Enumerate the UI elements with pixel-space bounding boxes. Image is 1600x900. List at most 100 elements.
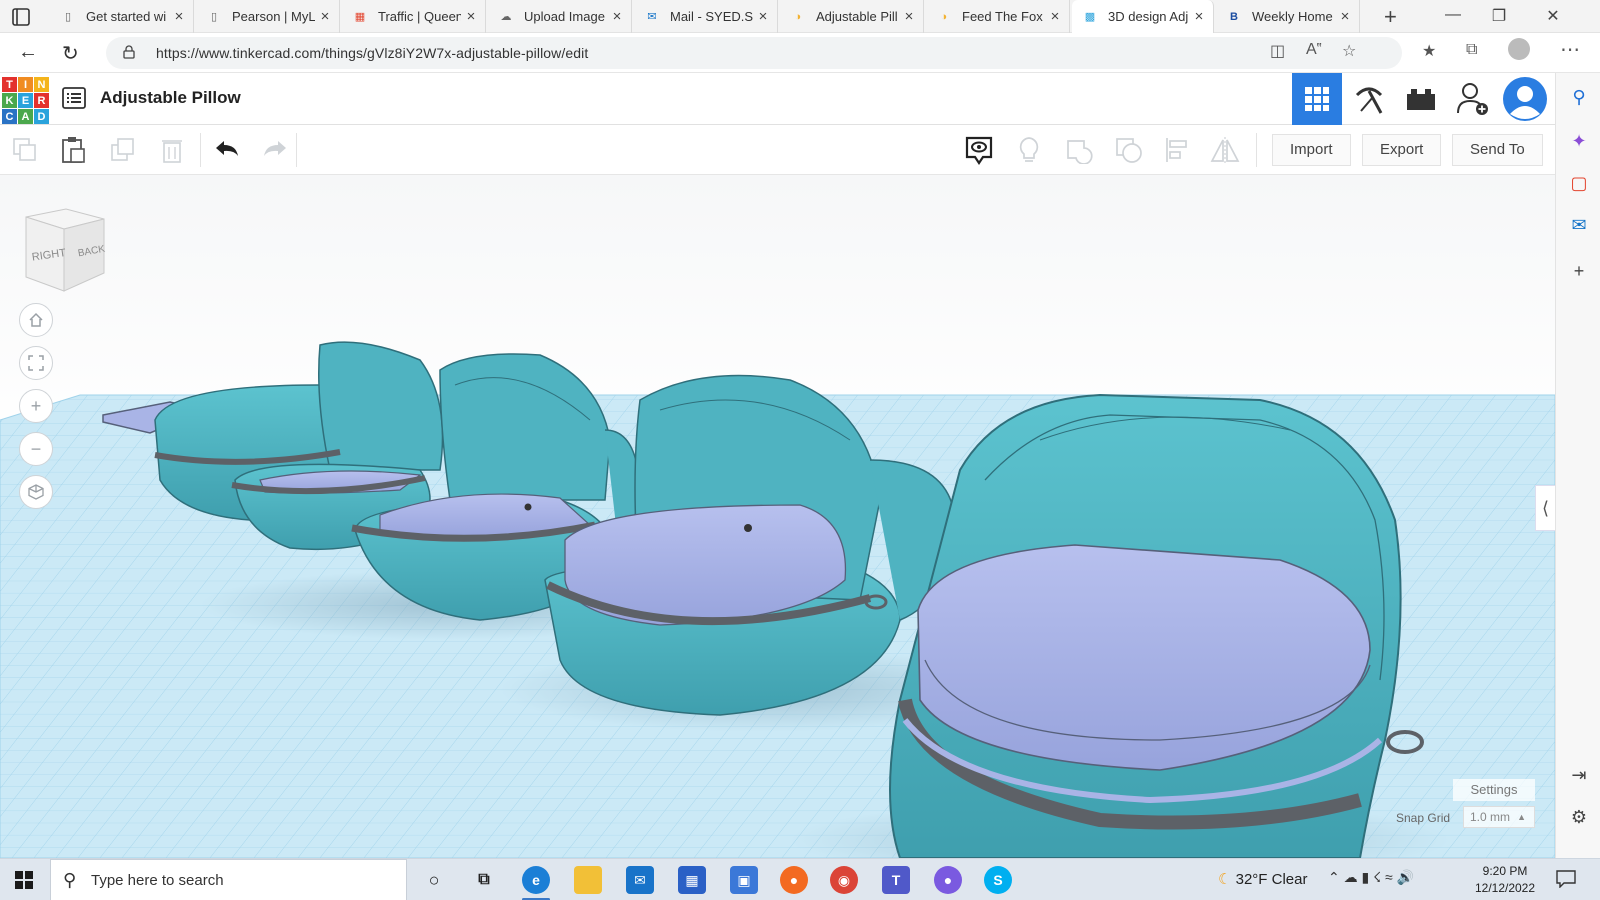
profile-avatar-icon[interactable] bbox=[1500, 73, 1550, 125]
browser-tab[interactable]: B Weekly Home × bbox=[1216, 0, 1360, 33]
lightbulb-icon[interactable] bbox=[1014, 135, 1044, 165]
export-button[interactable]: Export bbox=[1362, 134, 1442, 166]
browser-tab[interactable]: ◑ Adjustable Pill × bbox=[780, 0, 924, 33]
undo-icon[interactable] bbox=[212, 135, 242, 165]
redo-icon[interactable] bbox=[260, 135, 290, 165]
back-arrow-icon[interactable]: ← bbox=[18, 41, 38, 64]
workplane-viewport[interactable]: RIGHT BACK + − ⟨ Settings Snap Grid 1.0 … bbox=[0, 175, 1555, 858]
clock[interactable]: 9:20 PM 12/12/2022 bbox=[1466, 863, 1544, 897]
taskbar-search-box[interactable]: ⚲ Type here to search bbox=[50, 859, 407, 900]
tinkercad-logo[interactable]: T I N K E R C A D bbox=[2, 77, 49, 124]
design-list-icon[interactable] bbox=[62, 87, 86, 109]
close-tab-icon[interactable]: × bbox=[607, 8, 627, 25]
browser-tab[interactable]: ✉ Mail - SYED.SI × bbox=[634, 0, 778, 33]
mail-icon[interactable]: ✉ bbox=[626, 866, 654, 894]
logo-letter: N bbox=[34, 77, 49, 92]
outlook-icon: ✉ bbox=[647, 11, 657, 23]
fit-all-button[interactable] bbox=[19, 346, 53, 380]
notification-icon[interactable] bbox=[1556, 870, 1576, 888]
task-view-icon[interactable]: ⧉ bbox=[470, 866, 498, 894]
close-tab-icon[interactable]: × bbox=[899, 8, 919, 25]
group-icon[interactable] bbox=[1064, 135, 1094, 165]
view-cube[interactable]: RIGHT BACK bbox=[22, 207, 108, 293]
system-tray[interactable]: ⌃ ☁ ▮ ☇ ≈ 🔊 bbox=[1328, 869, 1414, 886]
3d-scene[interactable] bbox=[0, 175, 1555, 858]
cloud-icon: ☁ bbox=[500, 11, 512, 23]
tab-actions-icon[interactable] bbox=[12, 8, 38, 26]
close-tab-icon[interactable]: × bbox=[1335, 8, 1355, 25]
add-favorite-icon[interactable]: ☆ bbox=[1342, 41, 1356, 61]
messenger-icon[interactable]: ● bbox=[934, 866, 962, 894]
microsoft-store-icon[interactable]: ▦ bbox=[678, 866, 706, 894]
design-title[interactable]: Adjustable Pillow bbox=[100, 88, 241, 108]
app-available-icon[interactable]: ◫ bbox=[1270, 41, 1285, 61]
paste-icon[interactable] bbox=[58, 135, 88, 165]
align-icon[interactable] bbox=[1162, 135, 1192, 165]
hide-sidebar-icon[interactable]: ⇥ bbox=[1569, 765, 1589, 785]
delete-icon[interactable] bbox=[157, 135, 187, 165]
discover-icon[interactable]: ✦ bbox=[1569, 131, 1589, 151]
windows-start-icon[interactable] bbox=[14, 870, 34, 890]
sidebar-settings-icon[interactable]: ⚙ bbox=[1569, 807, 1589, 827]
tab-title: Upload Image bbox=[524, 9, 605, 24]
favorites-icon[interactable]: ★ bbox=[1422, 41, 1436, 61]
codeblocks-pickaxe-icon[interactable] bbox=[1344, 73, 1394, 125]
browser-tab[interactable]: ▯ Pearson | MyL × bbox=[196, 0, 340, 33]
browser-tab[interactable]: ◑ Feed The Fox c × bbox=[926, 0, 1070, 33]
edge-browser-icon[interactable]: e bbox=[522, 866, 550, 894]
browser-tab[interactable]: ☁ Upload Image × bbox=[488, 0, 632, 33]
logo-letter: D bbox=[34, 109, 49, 124]
copy-icon[interactable] bbox=[10, 135, 40, 165]
close-tab-icon[interactable]: × bbox=[1045, 8, 1065, 25]
weather-widget[interactable]: ☾ 32°F Clear bbox=[1218, 870, 1307, 888]
search-icon[interactable]: ⚲ bbox=[1569, 87, 1589, 107]
minimize-button[interactable]: — bbox=[1430, 6, 1476, 24]
collapse-panel-button[interactable]: ⟨ bbox=[1535, 485, 1555, 531]
browser-tab[interactable]: ▦ Traffic | Queen × bbox=[342, 0, 486, 33]
browser-tab[interactable]: ▯ Get started wi × bbox=[50, 0, 194, 33]
send-to-button[interactable]: Send To bbox=[1452, 134, 1543, 166]
bricks-icon[interactable] bbox=[1396, 73, 1446, 125]
notes-comment-icon[interactable] bbox=[964, 135, 994, 165]
3d-view-grid-icon[interactable] bbox=[1292, 73, 1342, 125]
address-bar: ← ↻ https://www.tinkercad.com/things/gVl… bbox=[0, 33, 1600, 73]
zoom-in-button[interactable]: + bbox=[19, 389, 53, 423]
ungroup-icon[interactable] bbox=[1114, 135, 1144, 165]
close-tab-icon[interactable]: × bbox=[1189, 8, 1209, 25]
snap-grid-select[interactable]: 1.0 mm ▲ bbox=[1463, 806, 1535, 828]
company-portal-icon[interactable]: ▣ bbox=[730, 866, 758, 894]
perspective-toggle-button[interactable] bbox=[19, 475, 53, 509]
add-sidebar-app-icon[interactable]: + bbox=[1569, 261, 1589, 281]
collections-icon[interactable]: ⧉ bbox=[1466, 41, 1477, 59]
new-tab-button[interactable]: + bbox=[1384, 4, 1397, 30]
refresh-icon[interactable]: ↻ bbox=[62, 41, 79, 66]
close-tab-icon[interactable]: × bbox=[315, 8, 335, 25]
close-tab-icon[interactable]: × bbox=[169, 8, 189, 25]
url-field[interactable]: https://www.tinkercad.com/things/gVlz8iY… bbox=[106, 37, 1402, 69]
restore-button[interactable]: ❐ bbox=[1476, 6, 1522, 26]
clock-date: 12/12/2022 bbox=[1474, 881, 1536, 895]
close-window-button[interactable]: ✕ bbox=[1530, 6, 1576, 26]
zoom-out-button[interactable]: − bbox=[19, 432, 53, 466]
teams-icon[interactable]: T bbox=[882, 866, 910, 894]
cortana-icon[interactable]: ○ bbox=[420, 866, 448, 894]
read-aloud-icon[interactable]: A‟ bbox=[1306, 41, 1322, 59]
add-user-icon[interactable] bbox=[1448, 73, 1498, 125]
home-view-button[interactable] bbox=[19, 303, 53, 337]
pillow-shape-5[interactable] bbox=[889, 393, 1424, 858]
skype-icon[interactable]: S bbox=[984, 866, 1012, 894]
browser-tab[interactable]: ▩ 3D design Adj × bbox=[1072, 0, 1214, 33]
mirror-icon[interactable] bbox=[1210, 135, 1240, 165]
close-tab-icon[interactable]: × bbox=[461, 8, 481, 25]
firefox-icon[interactable]: ● bbox=[780, 866, 808, 894]
close-tab-icon[interactable]: × bbox=[753, 8, 773, 25]
settings-button[interactable]: Settings bbox=[1453, 779, 1535, 801]
more-options-icon[interactable]: ⋯ bbox=[1560, 37, 1580, 62]
duplicate-icon[interactable] bbox=[108, 135, 138, 165]
chrome-icon[interactable]: ◉ bbox=[830, 866, 858, 894]
outlook-icon[interactable]: ✉ bbox=[1569, 215, 1589, 235]
import-button[interactable]: Import bbox=[1272, 134, 1351, 166]
office-icon[interactable]: ▢ bbox=[1569, 173, 1589, 193]
file-explorer-icon[interactable] bbox=[574, 866, 602, 894]
profile-icon[interactable] bbox=[1508, 38, 1530, 60]
